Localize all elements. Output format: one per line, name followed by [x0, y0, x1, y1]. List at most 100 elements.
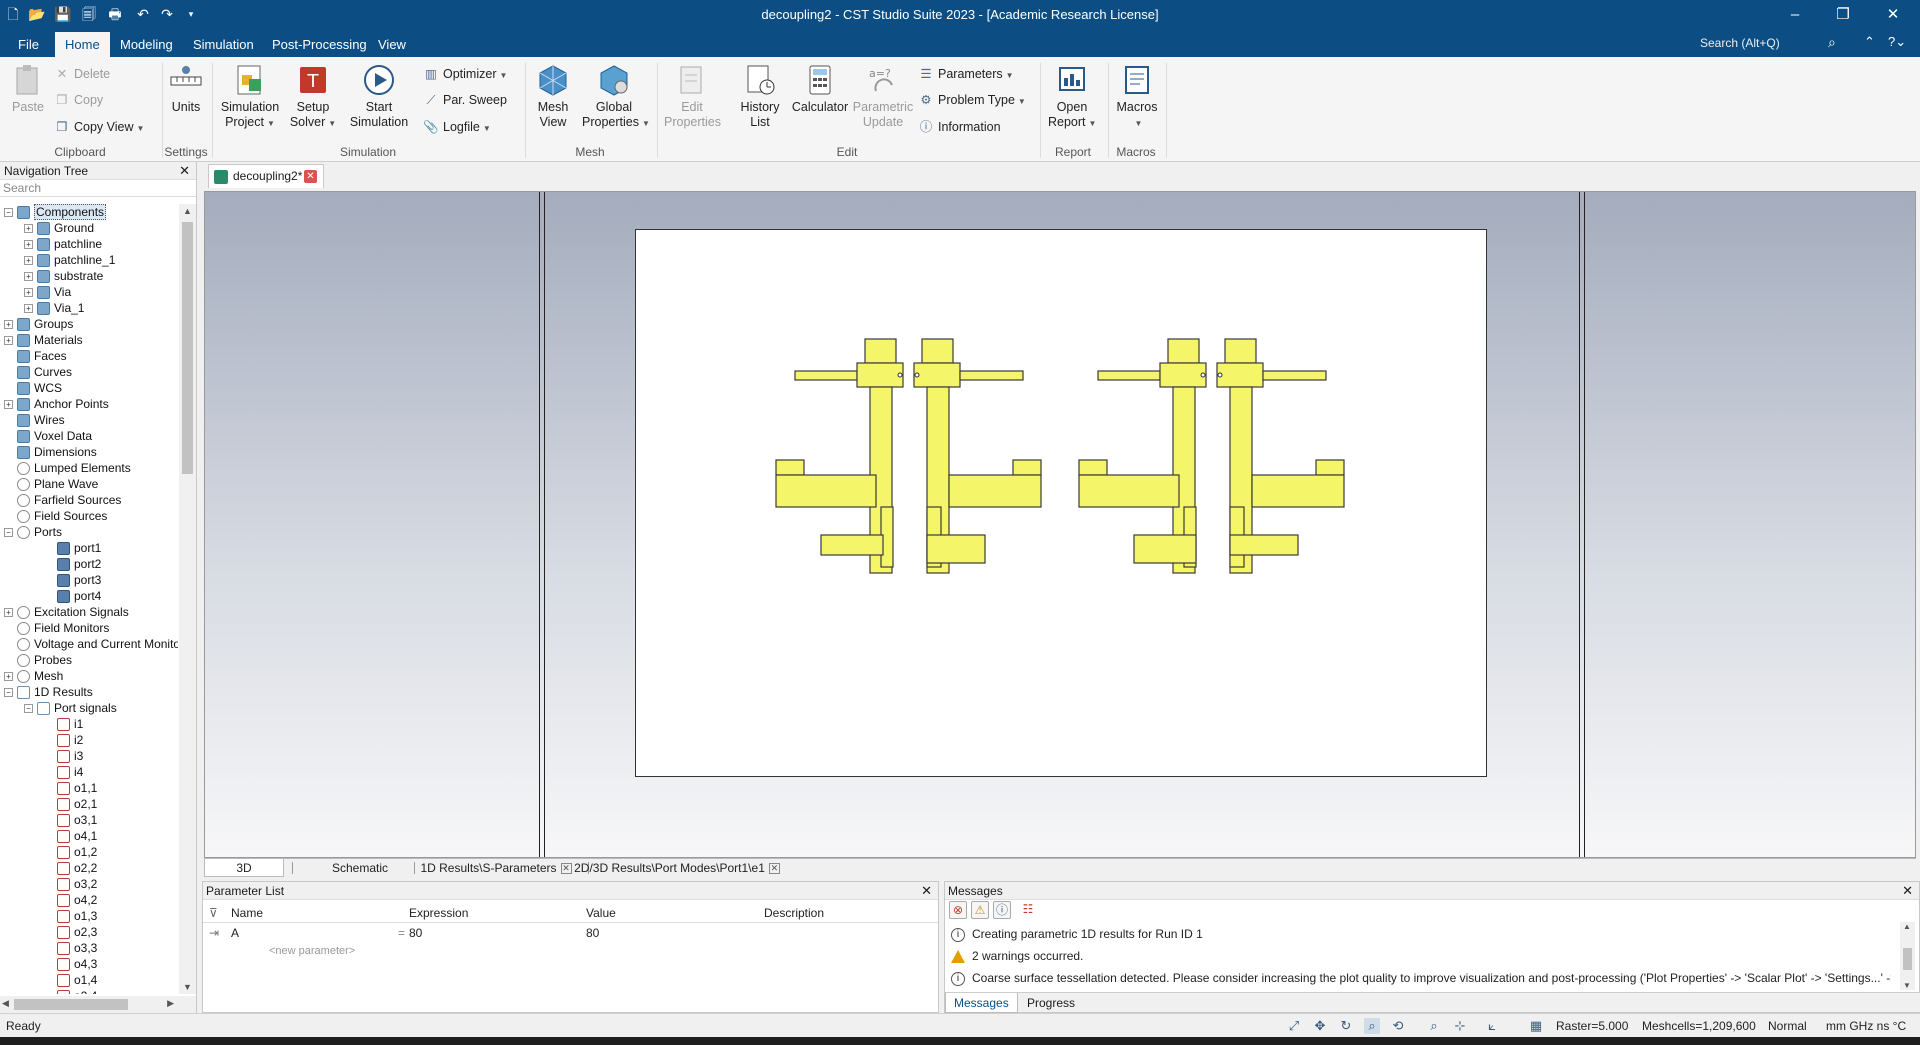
tree-item[interactable]: Field Sources: [4, 508, 107, 524]
information-button[interactable]: ⓘ Information: [918, 118, 1001, 136]
parameters-button[interactable]: ☰ Parameters ▼: [918, 65, 1013, 83]
clear-messages-icon[interactable]: ☷: [1019, 901, 1037, 919]
patch-element[interactable]: [1216, 338, 1345, 574]
tree-item[interactable]: o4,3: [44, 956, 97, 972]
close-icon[interactable]: ✕: [921, 882, 932, 900]
document-tab[interactable]: decoupling2* ✕: [208, 164, 324, 188]
scroll-down-icon[interactable]: ▼: [183, 982, 192, 992]
tree-item[interactable]: i4: [44, 764, 83, 780]
tab-messages[interactable]: Messages: [945, 993, 1018, 1013]
tree-item[interactable]: + substrate: [24, 268, 103, 284]
scroll-up-icon[interactable]: ▲: [1903, 922, 1911, 931]
tree-item[interactable]: Farfield Sources: [4, 492, 121, 508]
copy-button[interactable]: ❐ Copy: [54, 91, 103, 109]
close-button[interactable]: ✕: [1876, 3, 1910, 27]
column-value[interactable]: Value: [586, 906, 616, 920]
tree-item[interactable]: o1,3: [44, 908, 97, 924]
tree-item[interactable]: i3: [44, 748, 83, 764]
tree-item[interactable]: o3,2: [44, 876, 97, 892]
expand-icon[interactable]: +: [4, 608, 13, 618]
patch-element[interactable]: [775, 338, 904, 574]
problem-type-button[interactable]: ⚙ Problem Type ▼: [918, 91, 1025, 109]
column-name[interactable]: Name: [231, 906, 263, 920]
tree-item[interactable]: i2: [44, 732, 83, 748]
tree-item[interactable]: o2,2: [44, 860, 97, 876]
history-list-button[interactable]: History List: [736, 63, 784, 130]
tree-item[interactable]: o1,2: [44, 844, 97, 860]
tab-post-processing[interactable]: Post-Processing: [262, 32, 377, 57]
parametric-update-button[interactable]: a=? Parametric Update: [852, 63, 914, 130]
tree-item[interactable]: Voxel Data: [4, 428, 92, 444]
ribbon-search-input[interactable]: Search (Alt+Q): [1700, 34, 1840, 53]
expand-icon[interactable]: +: [24, 304, 33, 314]
units-button[interactable]: Units: [167, 63, 205, 115]
close-icon[interactable]: ✕: [560, 863, 572, 875]
logfile-button[interactable]: 📎 Logfile ▼: [423, 118, 491, 136]
zoom-icon[interactable]: ⌕: [1364, 1018, 1380, 1034]
tab-home[interactable]: Home: [55, 32, 110, 57]
tree-item[interactable]: port4: [44, 588, 101, 604]
tree-item[interactable]: + Ground: [24, 220, 94, 236]
restore-button[interactable]: ❐: [1826, 3, 1860, 27]
scroll-up-icon[interactable]: ▲: [183, 206, 192, 216]
zoom-fit-icon[interactable]: ⤢: [1286, 1018, 1302, 1034]
tree-item[interactable]: Dimensions: [4, 444, 97, 460]
tree-item[interactable]: o2,1: [44, 796, 97, 812]
expand-icon[interactable]: +: [24, 224, 33, 234]
par-sweep-button[interactable]: ⟋ Par. Sweep: [423, 91, 507, 109]
param-name-cell[interactable]: A: [231, 926, 239, 940]
message-line[interactable]: i Coarse surface tessellation detected. P…: [951, 967, 1891, 989]
minimize-button[interactable]: –: [1778, 3, 1812, 27]
column-expression[interactable]: Expression: [409, 906, 468, 920]
message-line[interactable]: 2 warnings occurred.: [951, 945, 1891, 967]
warning-filter-icon[interactable]: ⚠: [971, 901, 989, 919]
help-icon[interactable]: ?⌄: [1888, 34, 1906, 50]
tree-item[interactable]: o4,1: [44, 828, 97, 844]
start-simulation-button[interactable]: Start Simulation: [347, 63, 411, 130]
rotate-view-icon[interactable]: ⟲: [1390, 1018, 1406, 1034]
expand-icon[interactable]: +: [4, 400, 13, 410]
global-properties-button[interactable]: Global Properties ▼: [582, 63, 650, 131]
rotate-icon[interactable]: ↻: [1338, 1018, 1354, 1034]
expand-icon[interactable]: +: [4, 672, 13, 682]
tree-item[interactable]: o2,3: [44, 924, 97, 940]
info-filter-icon[interactable]: ⓘ: [993, 901, 1011, 919]
tab-file[interactable]: File: [8, 32, 49, 57]
search-icon[interactable]: ⌕: [1828, 34, 1836, 51]
simulation-project-button[interactable]: Simulation Project ▼: [218, 63, 282, 131]
patch-element[interactable]: [1078, 338, 1207, 574]
param-expression-cell[interactable]: 80: [409, 926, 422, 940]
tree-item[interactable]: + Excitation Signals: [4, 604, 129, 620]
tree-item[interactable]: o1,1: [44, 780, 97, 796]
optimizer-button[interactable]: ▥ Optimizer ▼: [423, 65, 507, 83]
close-icon[interactable]: ✕: [304, 170, 317, 183]
tree-item[interactable]: + Groups: [4, 316, 73, 332]
column-description[interactable]: Description: [764, 906, 824, 920]
nav-horizontal-scrollbar[interactable]: ◀ ▶: [0, 996, 196, 1013]
tab-progress[interactable]: Progress: [1019, 993, 1083, 1013]
mesh-view-button[interactable]: Mesh View: [532, 63, 574, 130]
collapse-ribbon-icon[interactable]: ⌃: [1864, 34, 1875, 50]
tab-simulation[interactable]: Simulation: [183, 32, 264, 57]
tree-item[interactable]: − Components: [4, 204, 107, 220]
nav-vertical-scrollbar[interactable]: ▲ ▼: [179, 204, 196, 994]
messages-scrollbar[interactable]: ▲ ▼: [1900, 922, 1915, 990]
setup-solver-button[interactable]: T Setup Solver ▼: [288, 63, 338, 131]
tree-item[interactable]: o3,1: [44, 812, 97, 828]
expand-icon[interactable]: +: [24, 272, 33, 282]
message-line[interactable]: i Creating parametric 1D results for Run …: [951, 923, 1891, 945]
antenna-layout[interactable]: [636, 230, 1488, 778]
nav-horizontal-scroll-thumb[interactable]: [14, 999, 128, 1010]
tree-item[interactable]: − Ports: [4, 524, 62, 540]
scroll-down-icon[interactable]: ▼: [1903, 981, 1911, 990]
collapse-icon[interactable]: −: [4, 208, 13, 218]
tree-item[interactable]: o3,3: [44, 940, 97, 956]
new-parameter-row[interactable]: <new parameter>: [269, 945, 355, 957]
tree-item[interactable]: Lumped Elements: [4, 460, 131, 476]
view-tab[interactable]: 1D Results\S-Parameters ✕: [412, 859, 580, 877]
tab-view[interactable]: View: [368, 32, 416, 57]
collapse-icon[interactable]: −: [4, 688, 13, 698]
tree-item[interactable]: Field Monitors: [4, 620, 109, 636]
tree-item[interactable]: + Via: [24, 284, 71, 300]
messages-scroll-thumb[interactable]: [1903, 948, 1912, 970]
